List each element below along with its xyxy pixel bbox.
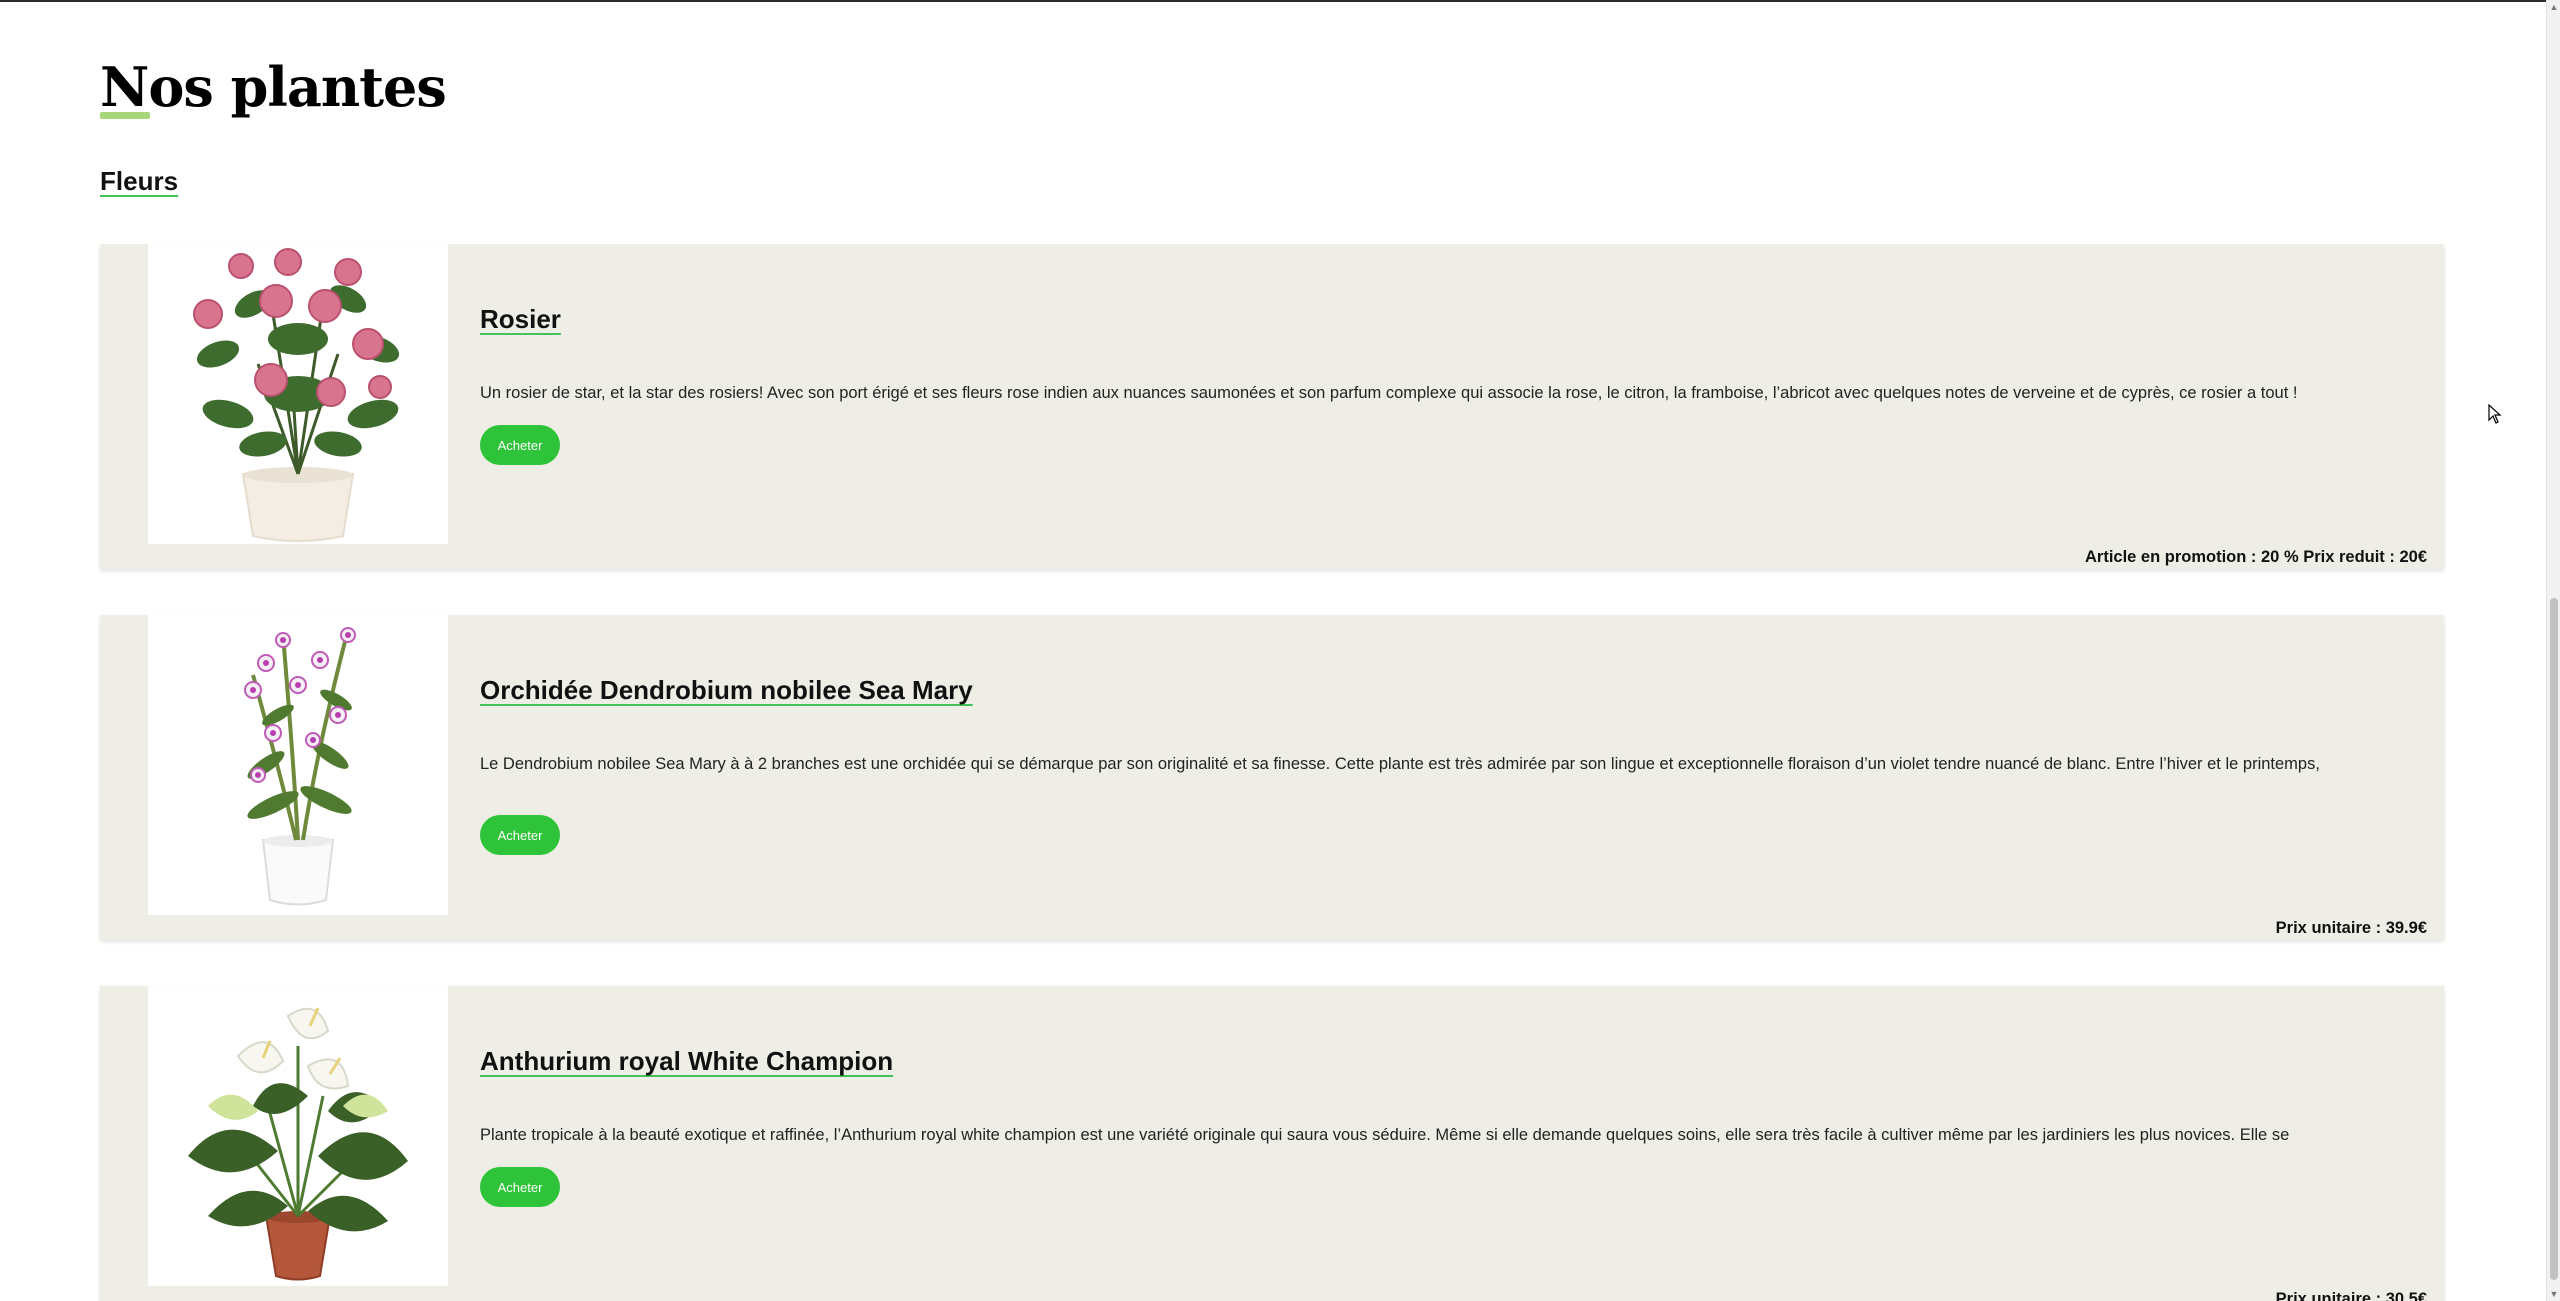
orchid-plant-image bbox=[148, 615, 448, 915]
page: Nos plantes Fleurs Rosier Un rosier de s… bbox=[0, 0, 2546, 1301]
buy-button[interactable]: Acheter bbox=[480, 815, 560, 855]
header-bottom-edge bbox=[0, 0, 2546, 2]
rose-plant-image bbox=[148, 244, 448, 544]
plant-name[interactable]: Rosier bbox=[480, 304, 561, 335]
scrollbar-thumb[interactable] bbox=[2550, 598, 2558, 1280]
scroll-up-arrow-icon[interactable]: ▲ bbox=[2547, 0, 2560, 14]
anthurium-plant-image bbox=[148, 986, 448, 1286]
mouse-pointer-icon bbox=[2488, 404, 2502, 424]
category-title-fleurs[interactable]: Fleurs bbox=[100, 166, 178, 197]
price-text: Prix unitaire : 30.5€ bbox=[2275, 1290, 2427, 1301]
price-text: Prix unitaire : 39.9€ bbox=[2275, 919, 2427, 937]
plant-name[interactable]: Orchidée Dendrobium nobilee Sea Mary bbox=[480, 675, 973, 706]
plant-description: Un rosier de star, et la star des rosier… bbox=[480, 384, 2298, 402]
plant-name[interactable]: Anthurium royal White Champion bbox=[480, 1046, 893, 1077]
buy-button[interactable]: Acheter bbox=[480, 425, 560, 465]
plant-card-orchidee: Orchidée Dendrobium nobilee Sea Mary Le … bbox=[100, 615, 2444, 940]
page-title: Nos plantes bbox=[100, 55, 447, 119]
plant-description: Plante tropicale à la beauté exotique et… bbox=[480, 1126, 2290, 1144]
buy-button[interactable]: Acheter bbox=[480, 1167, 560, 1207]
vertical-scrollbar[interactable]: ▲ ▼ bbox=[2546, 0, 2560, 1301]
plant-card-rosier: Rosier Un rosier de star, et la star des… bbox=[100, 244, 2444, 569]
plant-description: Le Dendrobium nobilee Sea Mary à à 2 bra… bbox=[480, 755, 2320, 773]
plant-card-anthurium: Anthurium royal White Champion Plante tr… bbox=[100, 986, 2444, 1301]
price-text: Article en promotion : 20 % Prix reduit … bbox=[2085, 548, 2427, 566]
scroll-down-arrow-icon[interactable]: ▼ bbox=[2547, 1287, 2560, 1301]
title-underline bbox=[100, 112, 150, 119]
